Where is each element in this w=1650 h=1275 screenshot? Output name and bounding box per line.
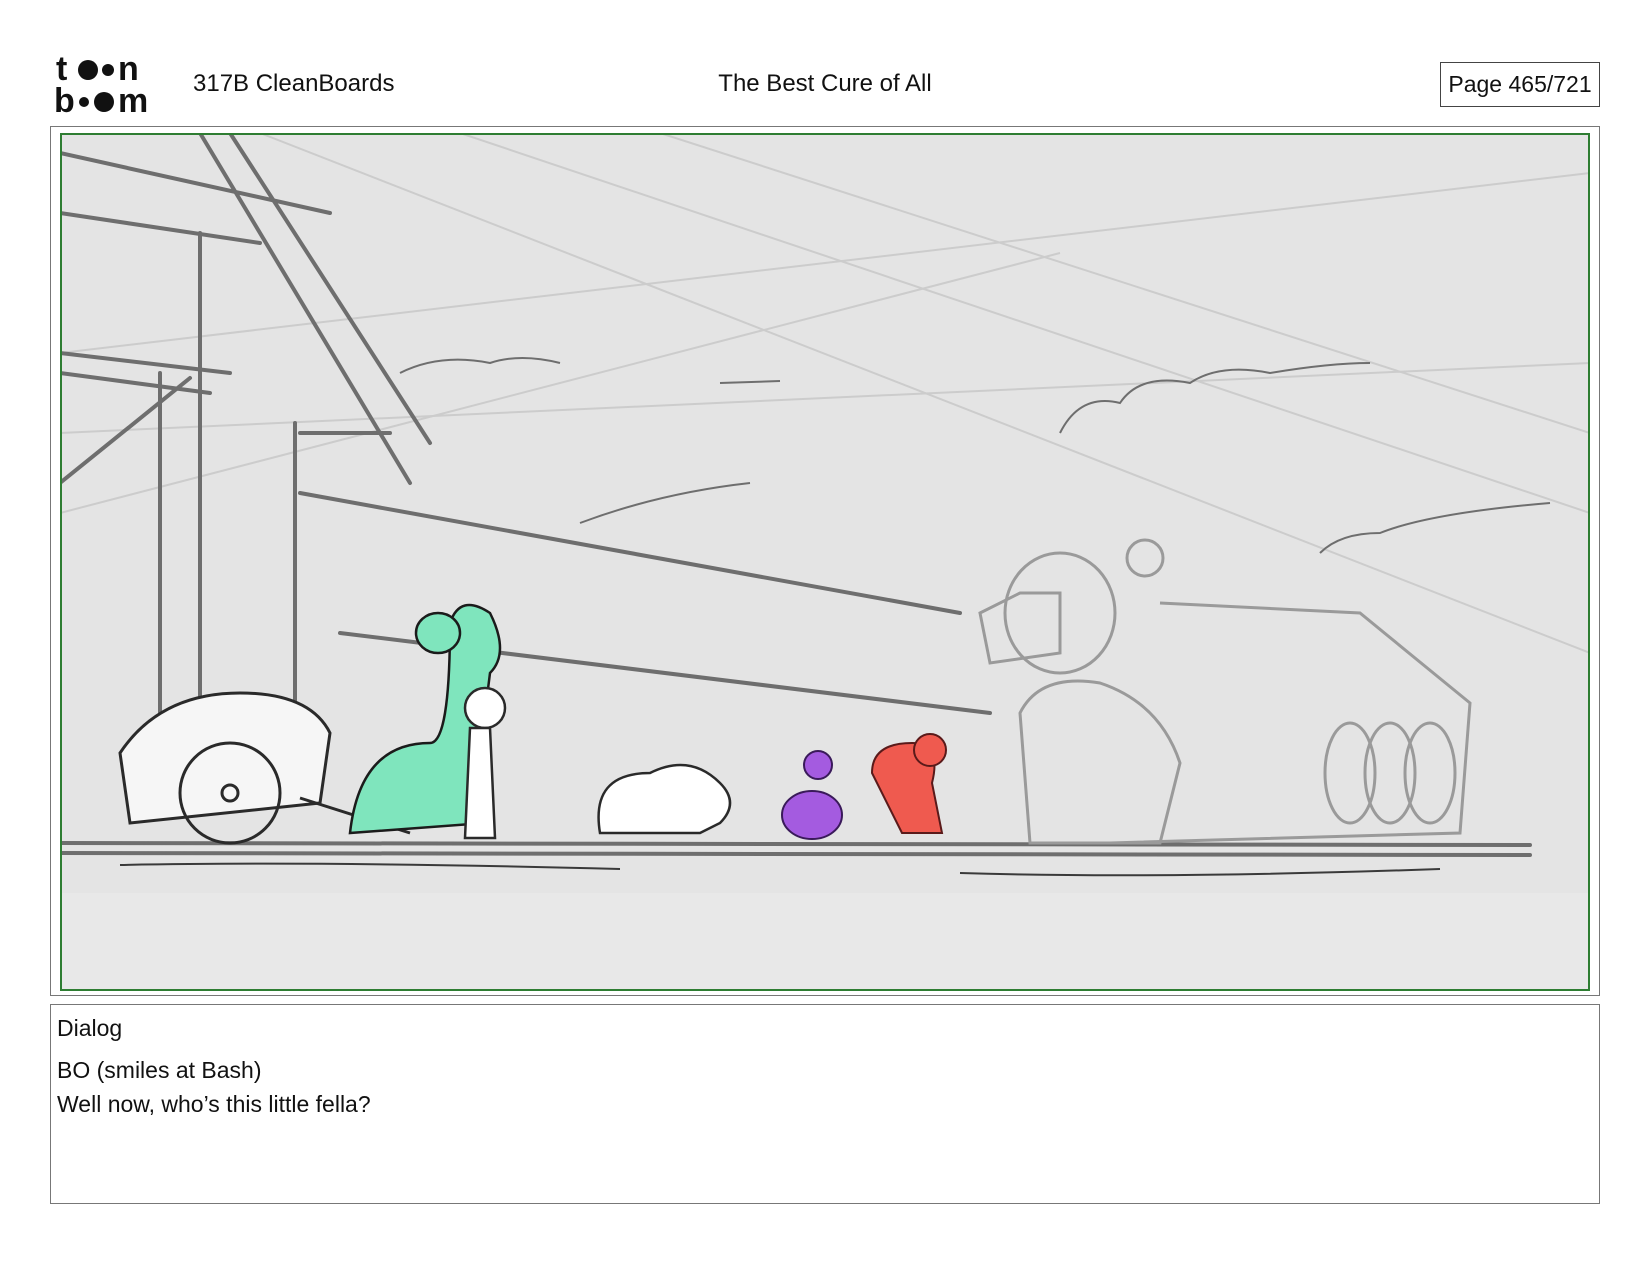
dialog-label: Dialog bbox=[57, 1015, 123, 1041]
dialog-speaker-line: BO (smiles at Bash) bbox=[57, 1057, 262, 1083]
dialog-line: Well now, who’s this little fella? bbox=[57, 1091, 371, 1117]
dialog-box: Dialog BO (smiles at Bash) Well now, who… bbox=[50, 1004, 1600, 1204]
episode-title: The Best Cure of All bbox=[718, 70, 932, 97]
page-indicator: Page 465/721 bbox=[1440, 62, 1600, 107]
storyboard-panel-image bbox=[60, 133, 1590, 991]
